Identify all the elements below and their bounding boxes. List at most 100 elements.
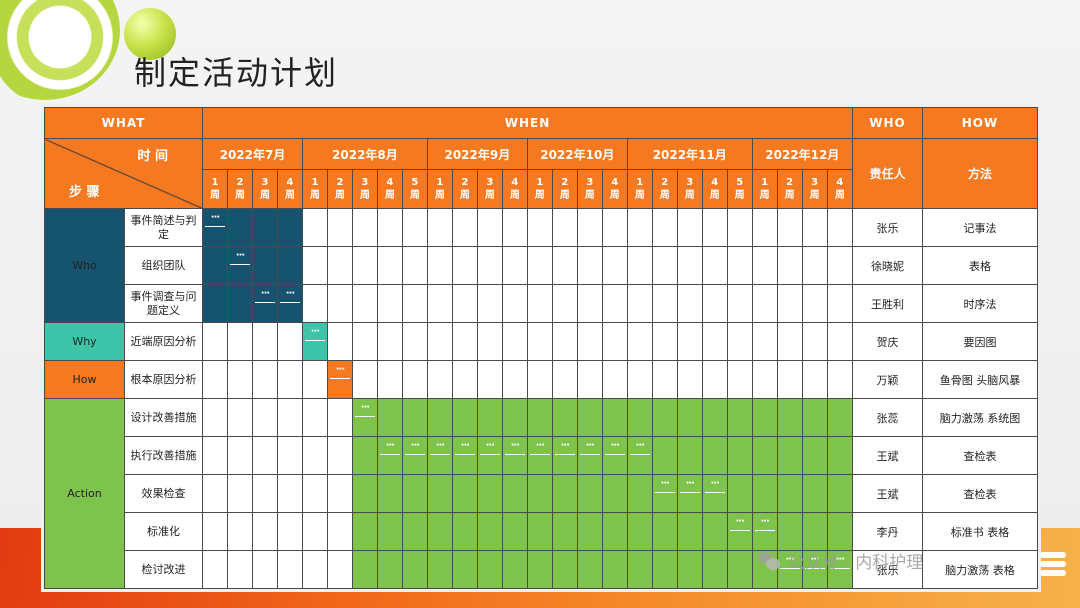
- schedule-cell: [701, 360, 728, 399]
- schedule-cell: [227, 360, 253, 399]
- schedule-cell: [426, 284, 453, 323]
- step-label: 根本原因分析: [123, 360, 204, 399]
- schedule-cell: [676, 208, 703, 247]
- schedule-cell: [202, 322, 228, 361]
- schedule-cell: [426, 398, 453, 437]
- schedule-cell: [651, 512, 678, 551]
- header-how: HOW: [922, 107, 1038, 139]
- schedule-cell: [801, 208, 828, 247]
- progress-mark: ···: [503, 441, 526, 455]
- week-header: 2 周: [651, 169, 678, 209]
- progress-mark: ···: [303, 327, 326, 341]
- progress-mark: ···: [553, 441, 576, 455]
- header-responsible: 责任人: [852, 138, 923, 209]
- schedule-cell: [751, 208, 778, 247]
- schedule-cell: [801, 474, 828, 513]
- watermark-text: 公众号 · 内科护理: [788, 553, 924, 573]
- schedule-cell: [776, 512, 803, 551]
- schedule-cell: [801, 398, 828, 437]
- schedule-cell: [701, 208, 728, 247]
- schedule-cell: [426, 512, 453, 551]
- progress-mark: ···: [328, 365, 351, 379]
- schedule-cell: [776, 436, 803, 475]
- group-label-action: Action: [44, 398, 125, 589]
- progress-mark: ···: [578, 441, 601, 455]
- owner-cell: 万颖: [852, 360, 923, 399]
- schedule-cell: [351, 474, 378, 513]
- schedule-cell: [551, 246, 578, 285]
- week-header: 2 周: [776, 169, 803, 209]
- schedule-cell: [751, 360, 778, 399]
- schedule-cell: [251, 208, 278, 247]
- schedule-cell: [451, 512, 478, 551]
- week-header: 1 周: [751, 169, 778, 209]
- schedule-cell: [426, 360, 453, 399]
- progress-mark: ···: [253, 289, 276, 303]
- progress-mark: ···: [428, 441, 451, 455]
- schedule-cell: [676, 512, 703, 551]
- week-header: 4 周: [826, 169, 854, 209]
- schedule-cell: [202, 512, 228, 551]
- progress-mark: ···: [453, 441, 476, 455]
- schedule-cell: [376, 550, 403, 589]
- owner-cell: 王斌: [852, 474, 923, 513]
- schedule-cell: [576, 512, 603, 551]
- schedule-cell: [551, 208, 578, 247]
- step-label: 事件简述与判定: [123, 208, 204, 247]
- schedule-cell: [326, 474, 353, 513]
- schedule-cell: [526, 208, 553, 247]
- schedule-cell: [826, 246, 854, 285]
- schedule-cell: [476, 246, 503, 285]
- schedule-cell: [351, 322, 378, 361]
- schedule-cell: [251, 322, 278, 361]
- schedule-cell: [251, 398, 278, 437]
- week-header: 4 周: [376, 169, 403, 209]
- schedule-cell: [401, 360, 428, 399]
- week-header: 2 周: [326, 169, 353, 209]
- schedule-cell: [351, 436, 378, 475]
- schedule-cell: [801, 360, 828, 399]
- month-header: 2022年12月: [751, 138, 854, 170]
- decorative-swoosh: [0, 0, 120, 100]
- schedule-cell: [401, 550, 428, 589]
- schedule-cell: [451, 550, 478, 589]
- progress-mark: ···: [628, 441, 651, 455]
- schedule-cell: [326, 550, 353, 589]
- schedule-cell: [576, 474, 603, 513]
- schedule-cell: [801, 284, 828, 323]
- schedule-cell: [202, 550, 228, 589]
- schedule-cell: [276, 322, 303, 361]
- schedule-cell: [726, 550, 753, 589]
- schedule-cell: [826, 284, 854, 323]
- schedule-cell: [202, 284, 228, 323]
- owner-cell: 王胜利: [852, 284, 923, 323]
- header-when: WHEN: [202, 107, 853, 139]
- week-header: 1 周: [626, 169, 653, 209]
- schedule-cell: [276, 436, 303, 475]
- schedule-cell: [551, 322, 578, 361]
- schedule-cell: [551, 398, 578, 437]
- schedule-cell: [301, 246, 328, 285]
- plan-row: 事件调查与问题定义 ··· ··· 王胜利 时序法: [45, 284, 1038, 323]
- schedule-cell: [227, 474, 253, 513]
- progress-mark: ···: [403, 441, 426, 455]
- schedule-cell: [276, 550, 303, 589]
- schedule-cell: [276, 512, 303, 551]
- schedule-cell: [476, 550, 503, 589]
- plan-row: Why 近端原因分析 ··· 贺庆 要因图: [44, 322, 1038, 361]
- schedule-cell: [301, 284, 328, 323]
- schedule-cell: [202, 360, 228, 399]
- progress-mark: ···: [278, 289, 301, 303]
- schedule-cell: [426, 322, 453, 361]
- step-label: 执行改善措施: [123, 436, 204, 475]
- schedule-cell: ···: [351, 398, 378, 437]
- week-header: 4 周: [501, 169, 528, 209]
- week-header: 1 周: [426, 169, 453, 209]
- schedule-cell: ···: [576, 436, 603, 475]
- plan-row: 执行改善措施 ··· ··· ··· ··· ··· ··· ··· ··· ··· ··· ··· 王…: [45, 436, 1038, 475]
- slide-title: 制定活动计划: [134, 54, 339, 92]
- schedule-cell: [726, 246, 753, 285]
- schedule-cell: [601, 322, 628, 361]
- schedule-cell: [776, 284, 803, 323]
- schedule-cell: [601, 398, 628, 437]
